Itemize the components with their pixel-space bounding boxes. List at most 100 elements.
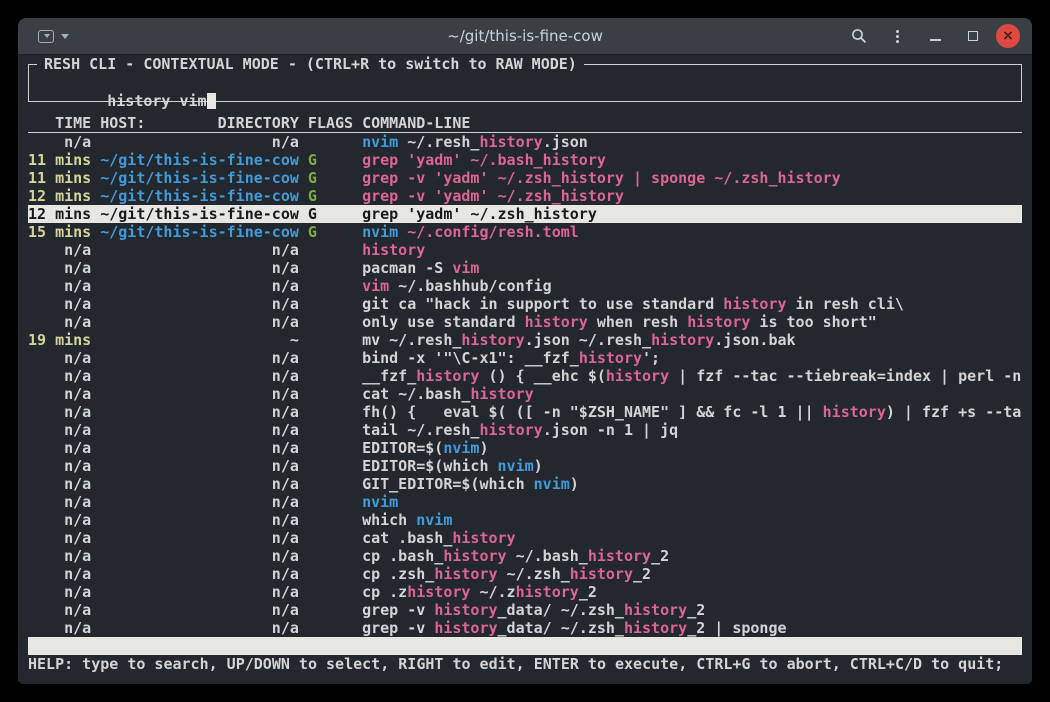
history-row[interactable]: n/an/avim ~/.bashhub/config xyxy=(28,277,1022,295)
row-flags: G xyxy=(308,151,353,169)
minimize-icon xyxy=(930,39,941,41)
history-row[interactable]: n/an/ahistory xyxy=(28,241,1022,259)
menu-button[interactable] xyxy=(882,21,912,51)
spacer xyxy=(353,277,362,295)
history-row[interactable]: n/an/afh() { eval $( ([ -n "$ZSH_NAME" ]… xyxy=(28,403,1022,421)
history-row[interactable]: n/an/agrep -v history_data/ ~/.zsh_histo… xyxy=(28,619,1022,637)
text-cursor-icon xyxy=(207,93,216,109)
history-row-selected[interactable]: 12 mins~/git/this-is-fine-cowGgrep 'yadm… xyxy=(28,205,1022,223)
spacer xyxy=(353,331,362,349)
row-directory: n/a xyxy=(100,367,299,385)
history-row[interactable]: 11 mins~/git/this-is-fine-cowGgrep -v 'y… xyxy=(28,169,1022,187)
history-row[interactable]: n/an/acp .zhistory ~/.zhistory_2 xyxy=(28,583,1022,601)
row-flags xyxy=(308,331,353,349)
spacer xyxy=(91,529,100,547)
row-command: grep -v history_data/ ~/.zsh_history_2 xyxy=(362,601,1022,619)
row-directory: n/a xyxy=(100,133,299,151)
row-time: n/a xyxy=(28,367,91,385)
row-directory: n/a xyxy=(100,493,299,511)
spacer xyxy=(353,259,362,277)
spacer xyxy=(353,385,362,403)
row-time: n/a xyxy=(28,241,91,259)
history-row[interactable]: n/an/agit ca "hack in support to use sta… xyxy=(28,295,1022,313)
maximize-button[interactable] xyxy=(958,21,988,51)
history-row[interactable]: 15 mins~/git/this-is-fine-cowGnvim ~/.co… xyxy=(28,223,1022,241)
spacer xyxy=(91,151,100,169)
search-icon xyxy=(851,28,867,44)
close-button[interactable]: × xyxy=(996,24,1020,48)
row-directory: n/a xyxy=(100,565,299,583)
spacer xyxy=(91,133,100,151)
row-command: nvim xyxy=(362,493,1022,511)
row-command: EDITOR=$(nvim) xyxy=(362,439,1022,457)
row-time: n/a xyxy=(28,349,91,367)
row-flags xyxy=(308,439,353,457)
spacer xyxy=(91,421,100,439)
row-directory: n/a xyxy=(100,313,299,331)
spacer xyxy=(299,547,308,565)
history-row[interactable]: n/an/acp .bash_history ~/.bash_history_2 xyxy=(28,547,1022,565)
terminal-content: RESH CLI - CONTEXTUAL MODE - (CTRL+R to … xyxy=(18,56,1032,684)
status-bar: 2020-05-11 12:01:51tower:~/git/this-is-f… xyxy=(28,637,1022,655)
spacer xyxy=(91,313,100,331)
row-time: n/a xyxy=(28,619,91,637)
spacer xyxy=(299,169,308,187)
history-row[interactable]: n/an/atail ~/.resh_history.json -n 1 | j… xyxy=(28,421,1022,439)
row-directory: n/a xyxy=(100,457,299,475)
history-row[interactable]: 11 mins~/git/this-is-fine-cowGgrep 'yadm… xyxy=(28,151,1022,169)
spacer xyxy=(353,511,362,529)
row-time: n/a xyxy=(28,601,91,619)
history-row[interactable]: n/an/acat .bash_history xyxy=(28,529,1022,547)
history-row[interactable]: 19 mins~mv ~/.resh_history.json ~/.resh_… xyxy=(28,331,1022,349)
row-time: n/a xyxy=(28,583,91,601)
history-row[interactable]: n/an/acat ~/.bash_history xyxy=(28,385,1022,403)
history-row[interactable]: n/an/aEDITOR=$(nvim) xyxy=(28,439,1022,457)
spacer xyxy=(299,493,308,511)
row-command: GIT_EDITOR=$(which nvim) xyxy=(362,475,1022,493)
history-row[interactable]: n/an/a__fzf_history () { __ehc $(history… xyxy=(28,367,1022,385)
spacer xyxy=(299,205,308,223)
row-flags: G xyxy=(308,223,353,241)
spacer xyxy=(299,529,308,547)
history-row[interactable]: n/an/anvim ~/.resh_history.json xyxy=(28,133,1022,151)
spacer xyxy=(299,295,308,313)
minimize-button[interactable] xyxy=(920,21,950,51)
spacer xyxy=(299,403,308,421)
history-row[interactable]: n/an/awhich nvim xyxy=(28,511,1022,529)
history-row[interactable]: n/an/abind -x '"\C-x1": __fzf_history'; xyxy=(28,349,1022,367)
history-row[interactable]: n/an/apacman -S vim xyxy=(28,259,1022,277)
row-time: n/a xyxy=(28,313,91,331)
row-directory: n/a xyxy=(100,277,299,295)
history-row[interactable]: n/an/aEDITOR=$(which nvim) xyxy=(28,457,1022,475)
spacer xyxy=(91,385,100,403)
row-directory: n/a xyxy=(100,439,299,457)
row-command: git ca "hack in support to use standard … xyxy=(362,295,1022,313)
spacer xyxy=(353,601,362,619)
row-directory: n/a xyxy=(100,385,299,403)
row-flags xyxy=(308,367,353,385)
history-row[interactable]: n/an/acp .zsh_history ~/.zsh_history_2 xyxy=(28,565,1022,583)
spacer xyxy=(353,133,362,151)
history-row[interactable]: 12 mins~/git/this-is-fine-cowGgrep -v 'y… xyxy=(28,187,1022,205)
row-directory: n/a xyxy=(100,511,299,529)
spacer xyxy=(91,241,100,259)
row-flags xyxy=(308,529,353,547)
row-time: n/a xyxy=(28,403,91,421)
history-list: n/an/anvim ~/.resh_history.json11 mins~/… xyxy=(28,133,1022,637)
row-command: mv ~/.resh_history.json ~/.resh_history.… xyxy=(362,331,1022,349)
row-command: grep 'yadm' ~/.zsh_history xyxy=(362,205,1022,223)
history-row[interactable]: n/an/aGIT_EDITOR=$(which nvim) xyxy=(28,475,1022,493)
row-flags xyxy=(308,457,353,475)
new-tab-icon xyxy=(38,30,54,43)
search-button[interactable] xyxy=(844,21,874,51)
row-command: nvim ~/.config/resh.toml xyxy=(362,223,1022,241)
history-row[interactable]: n/an/anvim xyxy=(28,493,1022,511)
search-input[interactable]: history vim xyxy=(29,65,1021,128)
row-command: cp .zhistory ~/.zhistory_2 xyxy=(362,583,1022,601)
new-tab-button[interactable] xyxy=(38,30,69,43)
row-flags xyxy=(308,385,353,403)
maximize-icon xyxy=(968,31,978,41)
history-row[interactable]: n/an/agrep -v history_data/ ~/.zsh_histo… xyxy=(28,601,1022,619)
row-flags xyxy=(308,313,353,331)
history-row[interactable]: n/an/aonly use standard history when res… xyxy=(28,313,1022,331)
